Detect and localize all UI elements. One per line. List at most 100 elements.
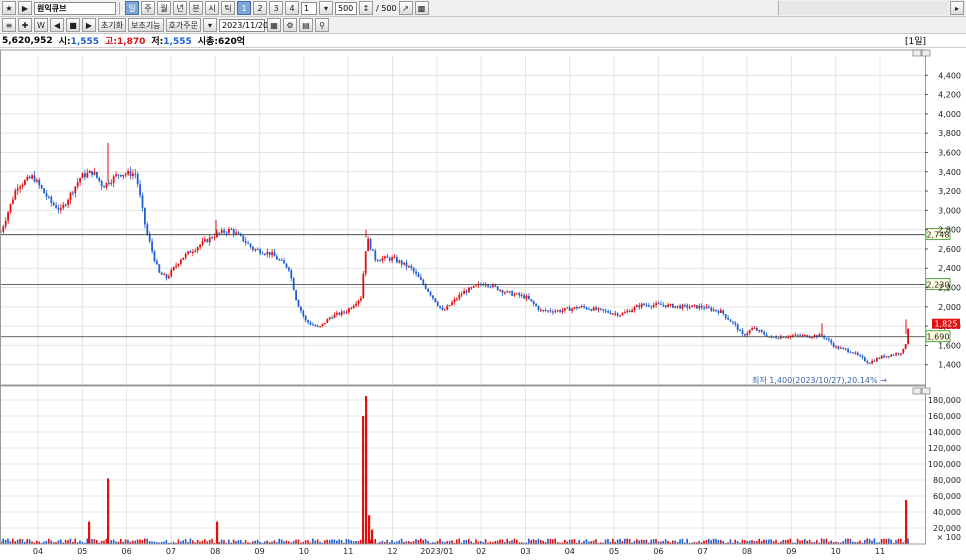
panel-maximize-icon[interactable]	[921, 49, 931, 57]
volume-bar	[360, 539, 362, 544]
candle-body	[76, 182, 79, 187]
volume-bar	[146, 538, 148, 544]
stop-icon[interactable]: ■	[66, 18, 80, 32]
zoom-icon[interactable]: W	[34, 18, 48, 32]
count-input[interactable]: 500	[335, 1, 357, 15]
indicator-button[interactable]: 보조기능	[128, 18, 164, 32]
volume-bar	[717, 540, 720, 544]
candle-body	[266, 251, 269, 255]
x-tick-label: 04	[565, 547, 575, 556]
volume-bar	[297, 539, 300, 544]
volume-minimize-icon[interactable]	[912, 387, 922, 395]
chevron-down-icon[interactable]: ▾	[203, 18, 217, 32]
candle-body	[256, 249, 259, 251]
volume-bar	[244, 540, 247, 544]
x-tick-label: 06	[122, 547, 132, 556]
high-value: 1,870	[116, 37, 146, 47]
volume-bar	[655, 538, 657, 544]
period-hour-button[interactable]: 시	[205, 1, 219, 15]
volume-bar	[107, 478, 110, 544]
menu-icon[interactable]: ≡	[2, 18, 16, 32]
candle-body	[535, 303, 537, 307]
candle-body	[468, 287, 470, 293]
candle-body	[91, 170, 93, 175]
volume-bar	[715, 538, 717, 544]
volume-bar	[21, 539, 24, 544]
collapse-right-icon[interactable]: ▸	[950, 1, 964, 15]
stock-name-field[interactable]: 원익큐브	[34, 1, 116, 15]
period-year-button[interactable]: 년	[173, 1, 187, 15]
candle-body	[856, 352, 859, 355]
volume-maximize-icon[interactable]	[921, 387, 931, 395]
candle-body	[187, 251, 189, 254]
volume-bar	[825, 538, 828, 544]
interval-1-button[interactable]: 1	[237, 1, 251, 15]
candle-body	[693, 305, 696, 307]
volume-tick-label: 60,000	[933, 492, 961, 501]
volume-bar	[475, 539, 477, 544]
volume-bar	[564, 539, 566, 544]
quote-order-button[interactable]: 호가주문	[165, 18, 201, 32]
volume-tick-label: 80,000	[933, 476, 961, 485]
search-icon[interactable]: ⚲	[315, 18, 329, 32]
expand-icon[interactable]: ↗	[398, 1, 413, 15]
stock-chart[interactable]: 2,7482,2301,690 1,4001,6001,8002,0002,20…	[0, 48, 966, 560]
interval-3-button[interactable]: 3	[269, 1, 283, 15]
candle-body	[556, 310, 559, 312]
volume-bar	[345, 539, 348, 544]
candle-body	[427, 288, 429, 292]
price-grid	[0, 56, 925, 384]
volume-bar	[365, 396, 368, 544]
candle-body	[741, 330, 744, 335]
calendar-icon[interactable]: ▦	[267, 18, 281, 32]
candle-body	[794, 334, 797, 336]
candle-body	[369, 238, 372, 250]
volume-bar	[415, 539, 417, 544]
settings-icon[interactable]: ⚙	[283, 18, 297, 32]
candle-body	[698, 305, 701, 309]
candle-body	[729, 319, 732, 322]
candle-body	[799, 335, 801, 337]
volume-bar	[864, 539, 866, 544]
volume-bar	[74, 538, 76, 544]
volume-bar	[741, 539, 744, 544]
candle-body	[660, 303, 662, 305]
candle-body	[110, 182, 113, 185]
scroll-left-icon[interactable]: ◀	[50, 18, 64, 32]
volume-bar	[96, 540, 98, 544]
interval-2-button[interactable]: 2	[253, 1, 267, 15]
reset-button[interactable]: 초기화	[98, 18, 127, 32]
panel-minimize-icon[interactable]	[912, 49, 922, 57]
horizontal-lines[interactable]: 2,7482,2301,690	[0, 228, 951, 343]
candle-body	[811, 337, 813, 339]
candle-body	[376, 259, 379, 261]
x-tick-label: 07	[698, 547, 708, 556]
save-icon[interactable]: ▩	[414, 1, 429, 15]
candle-body	[628, 310, 631, 313]
spinner-icon[interactable]: ↕	[359, 1, 373, 15]
period-minute-button[interactable]: 분	[189, 1, 203, 15]
candle-body	[744, 334, 746, 336]
pin-icon[interactable]: ★	[2, 1, 16, 15]
period-month-button[interactable]: 월	[157, 1, 171, 15]
period-tick-button[interactable]: 틱	[221, 1, 235, 15]
period-week-button[interactable]: 주	[141, 1, 155, 15]
candle-body	[14, 190, 17, 200]
period-day-button[interactable]: 일	[125, 1, 139, 15]
candle-body	[199, 244, 201, 248]
crosshair-icon[interactable]: ✚	[18, 18, 32, 32]
chevron-down-icon[interactable]: ▾	[319, 1, 333, 15]
candle-body	[554, 311, 557, 313]
candle-body	[664, 305, 667, 308]
volume-bar	[182, 540, 184, 544]
open-label: 시:	[58, 37, 71, 47]
interval-4-button[interactable]: 4	[285, 1, 299, 15]
scroll-right-icon[interactable]: ▶	[82, 18, 96, 32]
export-icon[interactable]: ▤	[299, 18, 313, 32]
stock-search-icon[interactable]: ▶	[18, 1, 32, 15]
candle-body	[643, 303, 645, 306]
date-input[interactable]: 2023/11/20	[219, 18, 268, 32]
candle-body	[64, 204, 67, 206]
candle-body	[7, 212, 9, 221]
interval-custom-input[interactable]: 1	[301, 1, 317, 15]
